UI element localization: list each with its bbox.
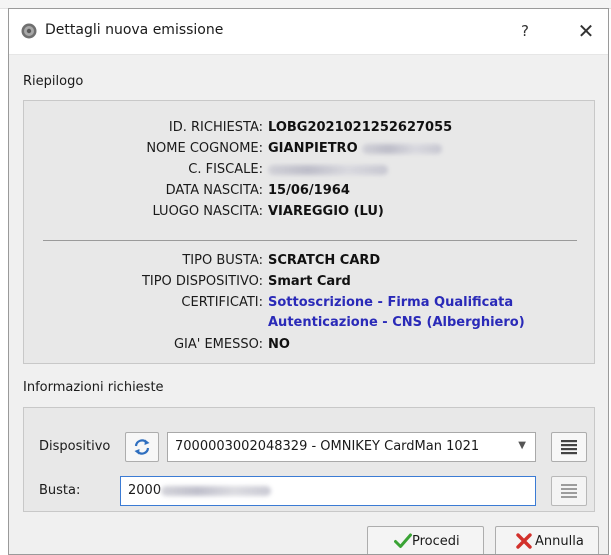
info-section-label: Informazioni richieste (23, 380, 164, 395)
refresh-button[interactable] (125, 432, 159, 462)
device-select-value: 7000003002048329 - OMNIKEY CardMan 1021 (175, 439, 480, 454)
field-label: DATA NASCITA: (165, 183, 263, 198)
field-label: NOME COGNOME: (146, 141, 263, 156)
field-row-luogo-nascita: LUOGO NASCITA: VIAREGGIO (LU) (24, 204, 596, 224)
field-row-id-richiesta: ID. RICHIESTA: LOBG2021021252627055 (24, 120, 596, 140)
field-value: Sottoscrizione - Firma Qualificata (268, 295, 514, 310)
field-row-nome-cognome: NOME COGNOME: GIANPIETRO (24, 141, 596, 161)
cancel-button[interactable]: Annulla (495, 526, 599, 554)
proceed-label: Procedi (412, 534, 460, 549)
list-icon (561, 483, 577, 498)
field-label: ID. RICHIESTA: (168, 120, 263, 135)
busta-input-value: 2000 (128, 483, 272, 498)
proceed-button[interactable]: Procedi (367, 526, 484, 554)
dialog-window: Dettagli nuova emissione ? ✕ Riepilogo I… (8, 8, 609, 555)
dialog-title: Dettagli nuova emissione (45, 22, 224, 38)
field-value: Smart Card (268, 274, 351, 289)
field-value: VIAREGGIO (LU) (268, 204, 384, 219)
field-value-line2: Autenticazione - CNS (Alberghiero) (268, 315, 525, 330)
field-label: TIPO DISPOSITIVO: (141, 274, 263, 289)
summary-panel: ID. RICHIESTA: LOBG2021021252627055 NOME… (23, 100, 595, 364)
redacted-fiscal-code (268, 164, 388, 175)
cross-icon (515, 533, 533, 553)
app-icon (21, 23, 37, 39)
field-row-data-nascita: DATA NASCITA: 15/06/1964 (24, 183, 596, 203)
redacted-busta-code (161, 485, 272, 496)
summary-section-label: Riepilogo (23, 74, 84, 89)
field-row-tipo-dispositivo: TIPO DISPOSITIVO: Smart Card (24, 274, 596, 294)
list-icon (561, 439, 577, 454)
field-row-gia-emesso: GIA' EMESSO: NO (24, 337, 596, 357)
field-label: GIA' EMESSO: (173, 337, 263, 352)
field-label: C. FISCALE: (188, 162, 263, 177)
field-row-tipo-busta: TIPO BUSTA: SCRATCH CARD (24, 253, 596, 273)
cancel-label: Annulla (535, 534, 584, 549)
redacted-surname (362, 143, 443, 154)
field-value (268, 162, 388, 177)
refresh-icon (134, 438, 150, 455)
check-icon (394, 533, 412, 553)
field-value: NO (268, 337, 290, 352)
info-panel: Dispositivo 7000003002048329 - OMNIKEY C… (23, 407, 595, 512)
field-row-codice-fiscale: C. FISCALE: (24, 162, 596, 182)
busta-list-button[interactable] (551, 476, 587, 506)
field-row-certificati: CERTIFICATI: Sottoscrizione - Firma Qual… (24, 295, 596, 335)
field-value: LOBG2021021252627055 (268, 120, 453, 135)
close-button[interactable]: ✕ (566, 16, 606, 46)
title-bar: Dettagli nuova emissione ? ✕ (9, 9, 608, 55)
busta-input[interactable]: 2000 (120, 476, 536, 506)
device-label: Dispositivo (39, 439, 111, 454)
field-label: LUOGO NASCITA: (152, 204, 263, 219)
summary-divider (43, 240, 577, 241)
field-value: GIANPIETRO (268, 141, 443, 156)
chevron-down-icon: ▼ (518, 440, 526, 451)
field-value: 15/06/1964 (268, 183, 350, 198)
help-button[interactable]: ? (505, 16, 545, 46)
field-value: SCRATCH CARD (268, 253, 381, 268)
field-label: CERTIFICATI: (181, 295, 263, 310)
device-select[interactable]: 7000003002048329 - OMNIKEY CardMan 1021 … (167, 432, 536, 462)
busta-label: Busta: (39, 483, 81, 498)
field-label: TIPO BUSTA: (182, 253, 263, 268)
device-list-button[interactable] (551, 432, 587, 462)
